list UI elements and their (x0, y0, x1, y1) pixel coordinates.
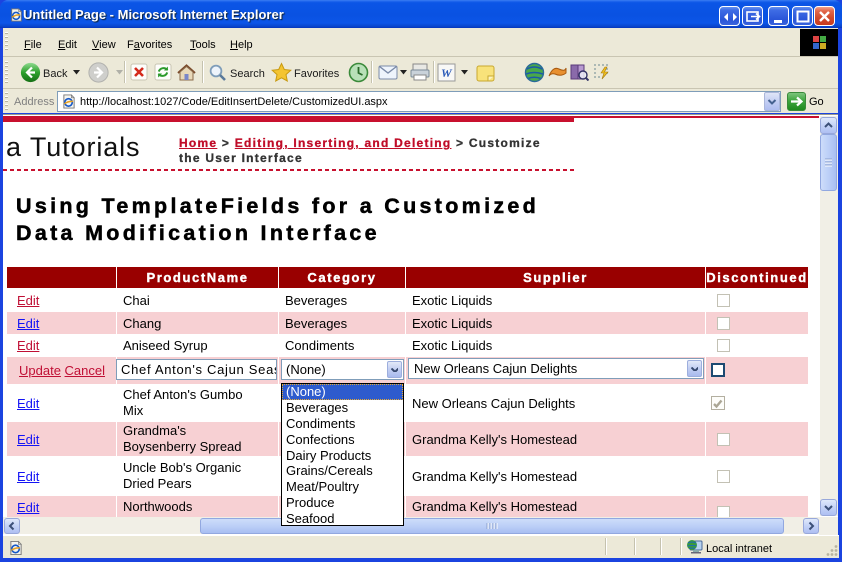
svg-text:W: W (441, 66, 453, 80)
